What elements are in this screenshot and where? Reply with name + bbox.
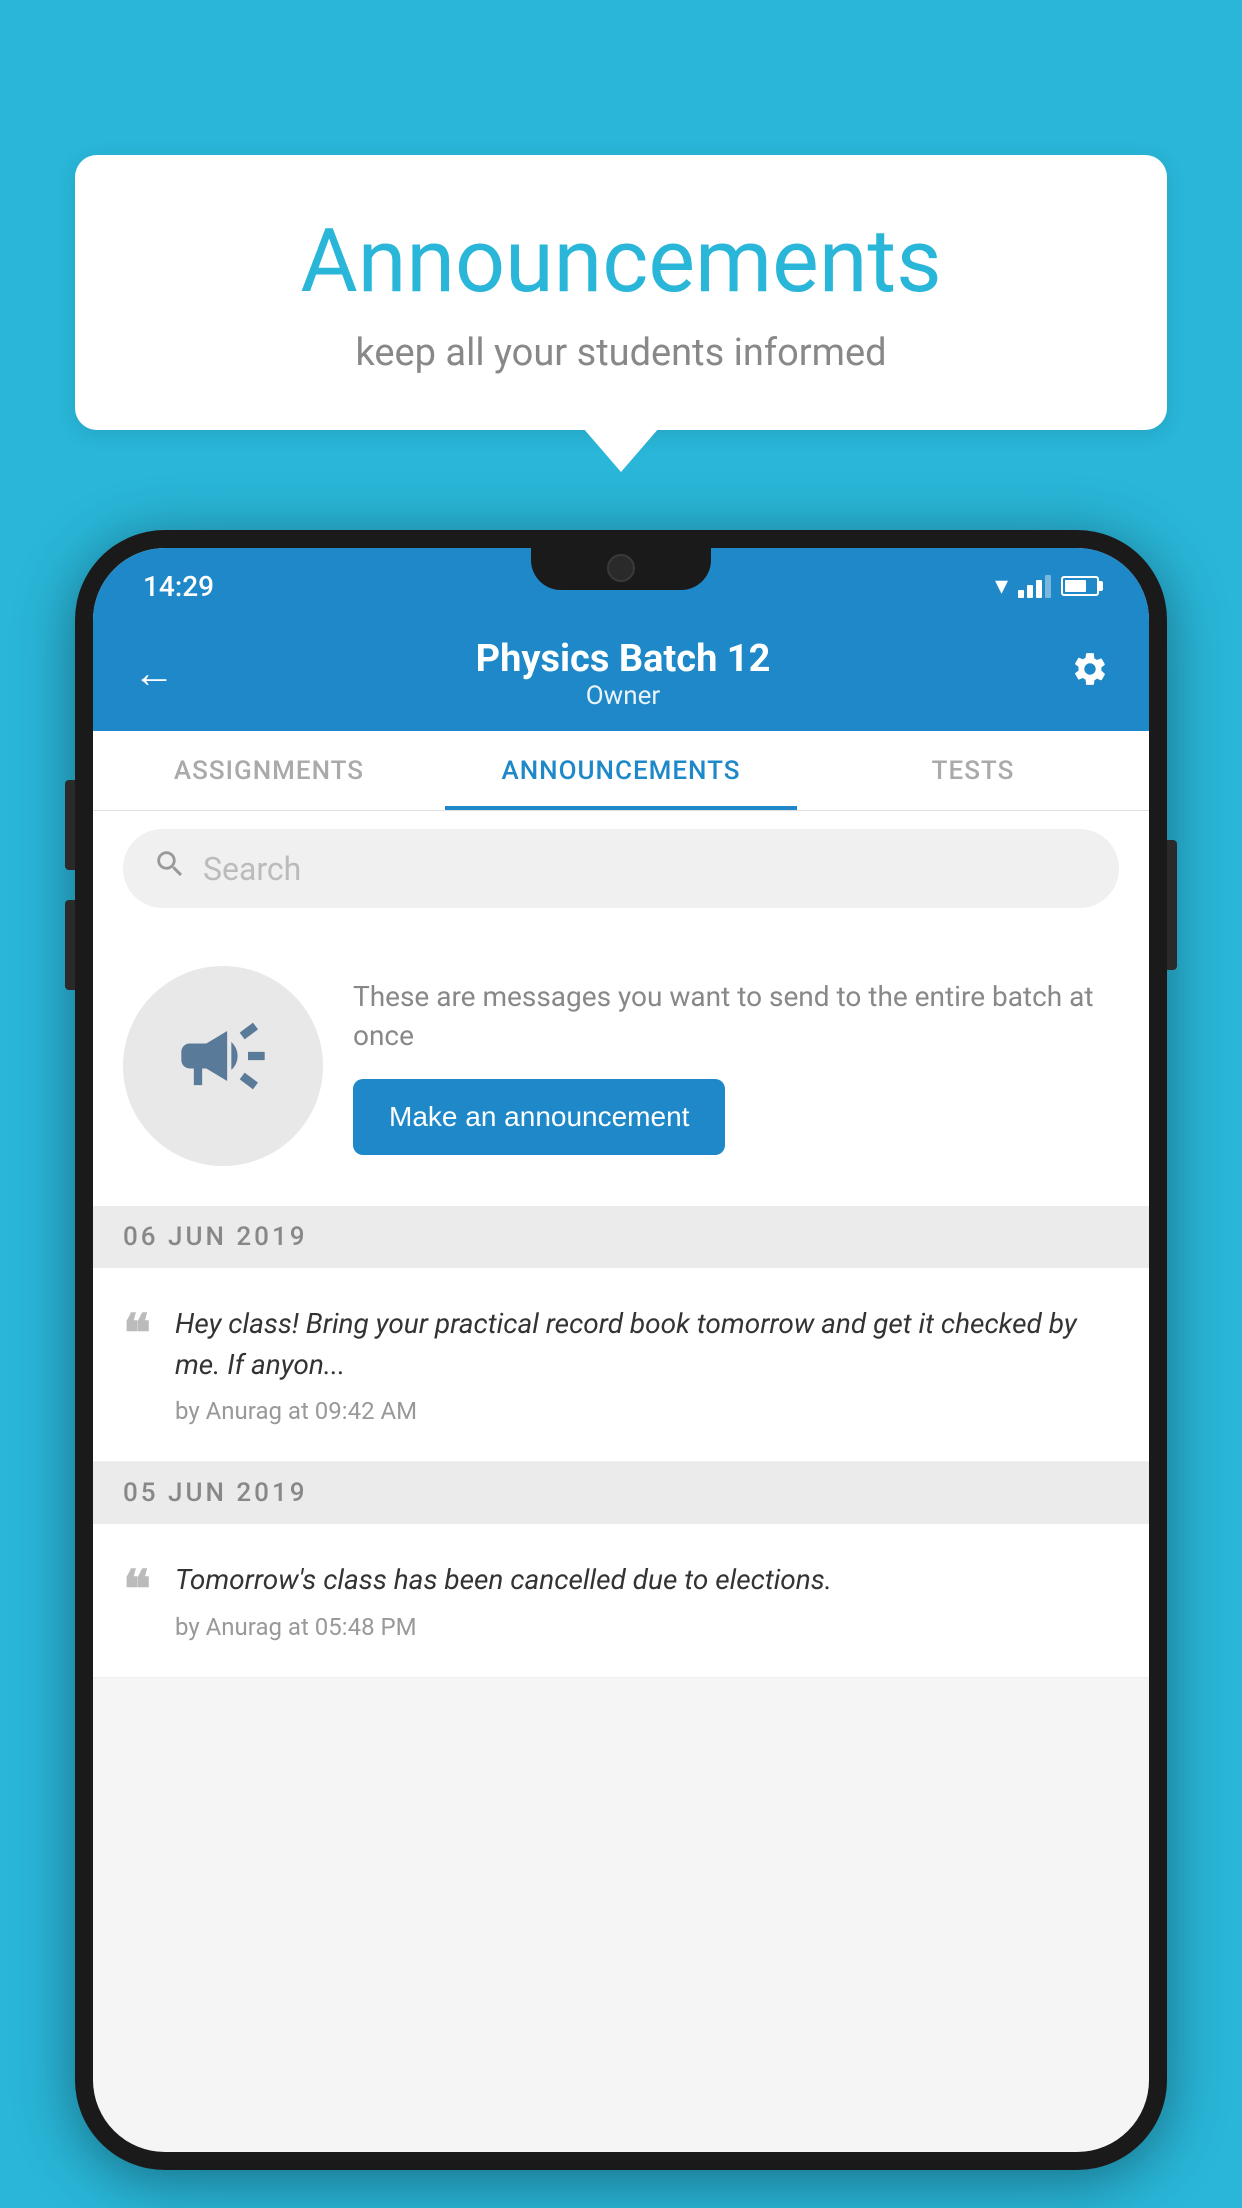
quote-icon-2: ❝ <box>123 1564 151 1616</box>
gear-icon <box>1071 650 1109 688</box>
promo-section: These are messages you want to send to t… <box>93 926 1149 1206</box>
speech-bubble-section: Announcements keep all your students inf… <box>75 155 1167 430</box>
date-separator-1: 06 JUN 2019 <box>93 1206 1149 1268</box>
search-container: Search <box>93 811 1149 926</box>
bubble-subtitle: keep all your students informed <box>135 331 1107 375</box>
speech-bubble-card: Announcements keep all your students inf… <box>75 155 1167 430</box>
signal-icon <box>1018 574 1051 598</box>
announcement-text-1: Hey class! Bring your practical record b… <box>175 1304 1119 1385</box>
promo-right: These are messages you want to send to t… <box>353 977 1119 1155</box>
tab-announcements[interactable]: ANNOUNCEMENTS <box>445 731 797 810</box>
announcement-meta-2: by Anurag at 05:48 PM <box>175 1613 1119 1641</box>
status-icons: ▾ <box>995 571 1099 601</box>
search-icon <box>153 847 187 890</box>
app-bar-subtitle: Owner <box>476 681 771 711</box>
phone-volume-up-button <box>65 780 75 870</box>
megaphone-icon <box>173 1006 273 1126</box>
phone-camera <box>607 554 635 582</box>
search-bar[interactable]: Search <box>123 829 1119 908</box>
battery-fill <box>1065 580 1086 592</box>
announcement-meta-1: by Anurag at 09:42 AM <box>175 1397 1119 1425</box>
back-button[interactable]: ← <box>133 649 175 698</box>
announcement-content-1: Hey class! Bring your practical record b… <box>175 1304 1119 1425</box>
make-announcement-button[interactable]: Make an announcement <box>353 1079 725 1155</box>
quote-icon-1: ❝ <box>123 1308 151 1360</box>
announcement-item-1[interactable]: ❝ Hey class! Bring your practical record… <box>93 1268 1149 1462</box>
promo-description: These are messages you want to send to t… <box>353 977 1119 1055</box>
tab-assignments[interactable]: ASSIGNMENTS <box>93 731 445 810</box>
announcement-text-2: Tomorrow's class has been cancelled due … <box>175 1560 1119 1601</box>
announcement-content-2: Tomorrow's class has been cancelled due … <box>175 1560 1119 1641</box>
phone-volume-down-button <box>65 900 75 990</box>
phone-mockup: 14:29 ▾ ← Phys <box>75 530 1167 2170</box>
wifi-icon: ▾ <box>995 571 1008 601</box>
promo-icon-circle <box>123 966 323 1166</box>
status-time: 14:29 <box>143 570 214 603</box>
search-placeholder: Search <box>203 850 301 888</box>
tab-tests[interactable]: TESTS <box>797 731 1149 810</box>
announcement-item-2[interactable]: ❝ Tomorrow's class has been cancelled du… <box>93 1524 1149 1678</box>
app-bar-title-section: Physics Batch 12 Owner <box>476 637 771 711</box>
date-separator-2: 05 JUN 2019 <box>93 1462 1149 1524</box>
app-bar-title: Physics Batch 12 <box>476 637 771 681</box>
battery-icon <box>1061 576 1099 596</box>
tabs-container: ASSIGNMENTS ANNOUNCEMENTS TESTS <box>93 731 1149 811</box>
app-bar: ← Physics Batch 12 Owner <box>93 616 1149 731</box>
phone-screen: 14:29 ▾ ← Phys <box>93 548 1149 2152</box>
phone-outer: 14:29 ▾ ← Phys <box>75 530 1167 2170</box>
settings-button[interactable] <box>1071 650 1109 698</box>
bubble-title: Announcements <box>135 210 1107 313</box>
phone-power-button <box>1167 840 1177 970</box>
